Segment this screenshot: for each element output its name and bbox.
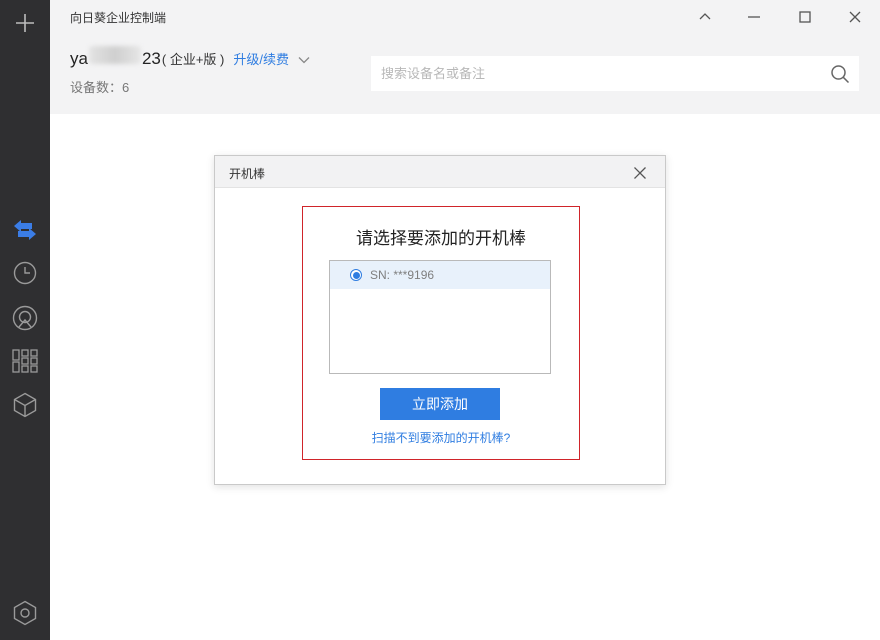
list-item-label: SN: ***9196 [370, 268, 435, 282]
radio-dot [352, 271, 360, 279]
search-icon[interactable] [830, 64, 850, 84]
settings-icon[interactable] [11, 599, 39, 627]
close-icon [634, 167, 646, 179]
dialog-heading: 请选择要添加的开机棒 [356, 229, 526, 248]
minimize-icon [748, 16, 760, 18]
close-icon [849, 11, 861, 23]
plus-icon[interactable] [11, 9, 39, 37]
dialog-title: 开机棒 [229, 167, 266, 181]
account-name-prefix: ya [70, 49, 88, 68]
dialog-close-button[interactable] [629, 162, 651, 184]
remote-icon[interactable] [11, 304, 39, 332]
device-count-label: 设备数： [70, 80, 123, 95]
cube-icon[interactable] [11, 391, 39, 419]
list-item[interactable]: SN: ***9196 [330, 261, 550, 289]
search-input[interactable] [371, 56, 859, 91]
account-menu-button[interactable] [298, 51, 310, 69]
device-count: 设备数：6 [70, 77, 129, 96]
transfer-icon[interactable] [11, 216, 39, 244]
account-name-redacted [88, 46, 141, 64]
sidebar [0, 0, 50, 640]
account-info: ya 23 ( 企业+版 ) 升级/续费 [70, 46, 310, 68]
add-now-button[interactable]: 立即添加 [380, 388, 500, 420]
collapse-button[interactable] [692, 4, 718, 30]
header: 向日葵企业控制端 ya 23 ( 企业+版 ) 升级/续费 设备数：6 [50, 0, 880, 114]
minimize-button[interactable] [741, 4, 767, 30]
device-listbox[interactable]: SN: ***9196 [329, 260, 551, 374]
apps-icon[interactable] [11, 347, 39, 375]
maximize-icon [799, 11, 811, 23]
chevron-up-icon [699, 13, 711, 20]
close-window-button[interactable] [842, 4, 868, 30]
device-count-value: 6 [122, 80, 130, 95]
upgrade-link[interactable]: 升级/续费 [233, 49, 289, 68]
chevron-down-icon [298, 57, 310, 64]
app-title: 向日葵企业控制端 [70, 11, 167, 25]
account-edition: ( 企业+版 ) [161, 52, 225, 67]
cannot-find-link[interactable]: 扫描不到要添加的开机棒? [303, 429, 579, 446]
clock-icon[interactable] [11, 259, 39, 287]
account-name-suffix: 23 [141, 49, 161, 68]
dialog-header: 开机棒 [215, 156, 665, 188]
selection-panel: 请选择要添加的开机棒 SN: ***9196 立即添加 扫描不到要添加的开机棒? [302, 206, 580, 460]
maximize-button[interactable] [792, 4, 818, 30]
radio-button[interactable] [350, 269, 362, 281]
add-power-plug-dialog: 开机棒 请选择要添加的开机棒 SN: ***9196 立即添加 扫描不到要添加的… [214, 155, 666, 485]
